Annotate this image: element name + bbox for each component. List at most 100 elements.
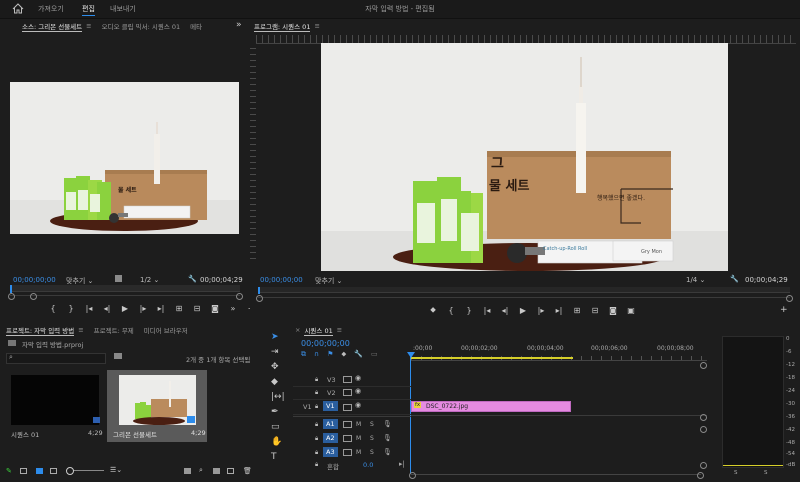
sync-icon[interactable] — [343, 449, 352, 456]
new-bin-icon[interactable] — [213, 468, 220, 474]
eye-icon[interactable]: ◉ — [355, 374, 361, 382]
lock-icon[interactable]: 🔒︎ — [315, 389, 318, 397]
program-fit-select[interactable]: 맞추기 ⌄ — [315, 276, 342, 286]
find-icon[interactable]: ⌕ — [199, 466, 203, 475]
track-v2[interactable]: 🔒︎ V2 ◉ — [293, 387, 411, 400]
menu-icon[interactable]: ≡ — [86, 22, 91, 30]
go-to-out-icon[interactable]: ▸| — [152, 304, 170, 313]
razor-tool-icon[interactable]: ◆ — [271, 377, 285, 387]
close-icon[interactable]: × — [295, 326, 300, 334]
list-view-icon[interactable] — [20, 468, 27, 474]
track-a1[interactable]: 🔒︎ A1 M S 🎙︎ — [293, 419, 411, 431]
eye-icon[interactable]: ◉ — [355, 401, 361, 409]
mic-icon[interactable]: 🎙︎ — [383, 434, 392, 442]
export-frame-icon[interactable]: ◙ — [206, 304, 224, 313]
solo-right-button[interactable]: S — [764, 470, 768, 476]
wrench-icon[interactable]: 🔧 — [730, 275, 739, 283]
insert-icon[interactable]: ⊞ — [170, 304, 188, 313]
tab-audio-clip-mixer[interactable]: 오디오 클립 믹서: 시퀀스 01 — [102, 21, 181, 31]
lift-icon[interactable]: ⊞ — [568, 306, 586, 315]
rectangle-tool-icon[interactable]: ▭ — [271, 422, 285, 432]
mark-in-icon[interactable]: { — [44, 304, 62, 313]
automate-icon[interactable] — [184, 468, 191, 474]
trash-icon[interactable]: 🗑 — [243, 467, 252, 475]
track-select-tool-icon[interactable]: ⇥ — [271, 347, 285, 357]
timeline-timecode[interactable]: 00;00;00;00 — [301, 339, 350, 348]
program-timecode[interactable]: 00;00;00;00 — [260, 276, 303, 284]
solo-button[interactable]: S — [370, 435, 374, 442]
source-timecode[interactable]: 00;00;00;00 — [13, 276, 56, 284]
tab-program[interactable]: 프로그램: 시퀀스 01 — [254, 21, 311, 32]
marker-icon[interactable]: ⬥ — [341, 350, 346, 359]
lock-icon[interactable]: 🔒︎ — [315, 435, 318, 443]
go-to-end-icon[interactable]: ▸| — [399, 460, 405, 468]
pencil-icon[interactable]: ✎ — [6, 467, 12, 475]
source-patch[interactable]: V1 — [303, 403, 312, 411]
solo-button[interactable]: S — [370, 421, 374, 428]
track-v3[interactable]: 🔒︎ V3 ◉ — [293, 374, 411, 387]
sync-icon[interactable] — [343, 435, 352, 442]
zoom-slider[interactable] — [66, 467, 104, 475]
timeline-horizontal-scrollbar[interactable] — [409, 472, 704, 479]
play-icon[interactable]: ▶ — [116, 304, 134, 313]
slip-tool-icon[interactable]: |↔| — [271, 392, 285, 402]
tab-source[interactable]: 소스: 그리몬 선물세트 — [22, 21, 83, 32]
go-to-out-icon[interactable]: ▸| — [550, 306, 568, 315]
linked-selection-icon[interactable]: ⚑ — [327, 350, 333, 359]
track-a3[interactable]: 🔒︎ A3 M S 🎙︎ — [293, 447, 411, 459]
tab-project[interactable]: 프로젝트: 자막 입력 방법 — [6, 325, 75, 336]
mark-out-icon[interactable]: } — [460, 306, 478, 315]
freeform-view-icon[interactable] — [50, 468, 57, 474]
icon-view-icon[interactable] — [36, 468, 43, 474]
lock-icon[interactable]: 🔒︎ — [315, 449, 318, 457]
nest-icon[interactable]: ⧉ — [301, 350, 306, 359]
lock-icon[interactable]: 🔒︎ — [315, 461, 318, 469]
mute-button[interactable]: M — [356, 421, 361, 428]
mute-button[interactable]: M — [356, 435, 361, 442]
sync-icon[interactable] — [343, 404, 352, 411]
project-item-selected[interactable]: 그리몬 선물세트 4;29 — [107, 370, 207, 442]
mic-icon[interactable]: 🎙︎ — [383, 448, 392, 456]
ripple-edit-tool-icon[interactable]: ✥ — [271, 362, 285, 372]
source-resolution-select[interactable]: 1/2 ⌄ — [140, 276, 159, 284]
sync-icon[interactable] — [343, 421, 352, 428]
timeline-vertical-scrollbar[interactable] — [700, 362, 707, 470]
track-v1[interactable]: V1 🔒︎ V1 ◉ — [293, 400, 411, 415]
solo-left-button[interactable]: S — [734, 470, 738, 476]
lock-icon[interactable]: 🔒︎ — [315, 421, 318, 429]
search-input[interactable]: ⌕ — [6, 353, 106, 364]
step-back-icon[interactable]: ◂| — [496, 306, 514, 315]
source-settings-icon[interactable] — [115, 275, 122, 282]
menu-icon[interactable]: ≡ — [337, 326, 342, 334]
tab-project-untitled[interactable]: 프로젝트: 무제 — [94, 325, 134, 335]
sync-icon[interactable] — [343, 376, 352, 383]
comparison-view-icon[interactable]: ▣ — [622, 306, 640, 315]
source-scrubber[interactable] — [10, 285, 240, 293]
tab-sequence[interactable]: 시퀀스 01 — [304, 325, 333, 336]
export-frame-icon[interactable]: ◙ — [604, 306, 622, 315]
program-resolution-select[interactable]: 1/4 ⌄ — [686, 276, 705, 284]
settings-wrench-icon[interactable]: 🔧 — [354, 350, 363, 359]
wrench-icon[interactable]: 🔧 — [188, 275, 197, 283]
timeline-ruler[interactable]: :00;00 00;00;02;00 00;00;04;00 00;00;06;… — [411, 342, 707, 361]
menu-icon[interactable]: ≡ — [314, 22, 319, 30]
extract-icon[interactable]: ⊟ — [586, 306, 604, 315]
track-a2[interactable]: 🔒︎ A2 M S 🎙︎ — [293, 433, 411, 445]
tab-metadata[interactable]: 메타 — [190, 21, 202, 31]
new-item-icon[interactable] — [227, 468, 234, 474]
source-zoom-bar[interactable] — [8, 293, 243, 300]
new-bin-icon[interactable] — [114, 353, 122, 359]
program-zoom-bar[interactable] — [256, 295, 793, 302]
mark-out-icon[interactable]: } — [62, 304, 80, 313]
step-back-icon[interactable]: ◂| — [98, 304, 116, 313]
project-item[interactable]: 시퀀스 01 4;29 — [8, 371, 104, 441]
go-to-in-icon[interactable]: |◂ — [478, 306, 496, 315]
pen-tool-icon[interactable]: ✒ — [271, 407, 285, 417]
mic-icon[interactable]: 🎙︎ — [383, 420, 392, 428]
mark-in-icon[interactable]: { — [442, 306, 460, 315]
selection-tool-icon[interactable]: ➤ — [271, 332, 285, 342]
program-scrubber[interactable] — [258, 287, 790, 294]
menu-icon[interactable]: ≡ — [78, 326, 83, 334]
add-button-icon[interactable]: + — [780, 305, 788, 315]
timeline-clip[interactable]: fx DSC_0722.jpg — [411, 401, 571, 412]
